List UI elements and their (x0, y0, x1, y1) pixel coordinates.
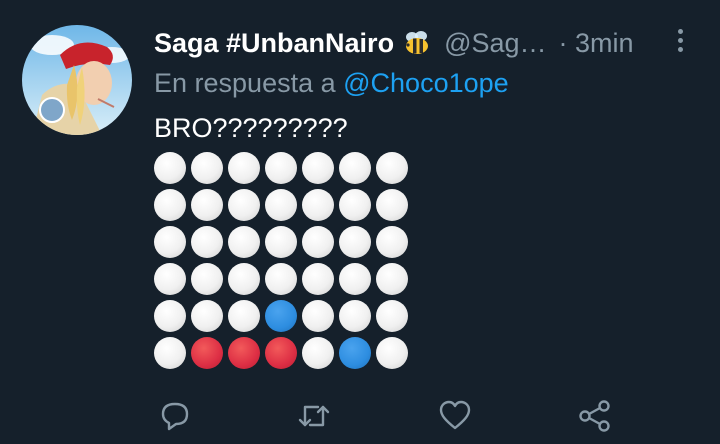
white-circle-emoji (228, 300, 260, 332)
white-circle-emoji (154, 337, 186, 369)
reply-prefix: En respuesta a (154, 68, 344, 98)
white-circle-emoji (302, 226, 334, 258)
avatar[interactable] (22, 25, 132, 135)
white-circle-emoji (302, 300, 334, 332)
white-circle-emoji (376, 152, 408, 184)
white-circle-emoji (302, 337, 334, 369)
bee-icon (402, 30, 432, 56)
white-circle-emoji (265, 152, 297, 184)
white-circle-emoji (154, 189, 186, 221)
white-circle-emoji (376, 263, 408, 295)
white-circle-emoji (154, 152, 186, 184)
white-circle-emoji (339, 300, 371, 332)
white-circle-emoji (265, 226, 297, 258)
white-circle-emoji (228, 152, 260, 184)
white-circle-emoji (339, 189, 371, 221)
red-circle-emoji (228, 337, 260, 369)
reply-context: En respuesta a @Choco1ope (154, 68, 509, 99)
white-circle-emoji (191, 189, 223, 221)
tweet-text: BRO????????? (154, 113, 348, 143)
white-circle-emoji (339, 226, 371, 258)
white-circle-emoji (302, 152, 334, 184)
white-circle-emoji (154, 263, 186, 295)
blue-circle-emoji (265, 300, 297, 332)
blue-circle-emoji (339, 337, 371, 369)
like-icon[interactable] (437, 398, 473, 434)
tweet-header: Saga #UnbanNairo @Sag… · 3min (154, 26, 634, 60)
share-icon[interactable] (577, 398, 613, 434)
white-circle-emoji (376, 300, 408, 332)
white-circle-emoji (191, 226, 223, 258)
white-circle-emoji (228, 263, 260, 295)
handle[interactable]: @Sag… (444, 28, 546, 59)
white-circle-emoji (376, 189, 408, 221)
red-circle-emoji (265, 337, 297, 369)
white-circle-emoji (265, 189, 297, 221)
white-circle-emoji (154, 226, 186, 258)
reply-mention-link[interactable]: @Choco1ope (343, 68, 509, 98)
white-circle-emoji (265, 263, 297, 295)
white-circle-emoji (191, 263, 223, 295)
more-options-icon[interactable] (672, 26, 688, 54)
reply-icon[interactable] (157, 398, 193, 434)
avatar-image (22, 25, 132, 135)
red-circle-emoji (191, 337, 223, 369)
white-circle-emoji (302, 189, 334, 221)
white-circle-emoji (154, 300, 186, 332)
white-circle-emoji (339, 152, 371, 184)
tweet-actions (0, 398, 720, 438)
white-circle-emoji (302, 263, 334, 295)
white-circle-emoji (228, 226, 260, 258)
white-circle-emoji (376, 226, 408, 258)
connect-four-board (154, 152, 408, 369)
white-circle-emoji (228, 189, 260, 221)
timestamp[interactable]: · 3min (559, 28, 634, 59)
white-circle-emoji (376, 337, 408, 369)
white-circle-emoji (191, 300, 223, 332)
display-name[interactable]: Saga #UnbanNairo (154, 28, 394, 59)
retweet-icon[interactable] (296, 398, 332, 434)
white-circle-emoji (339, 263, 371, 295)
white-circle-emoji (191, 152, 223, 184)
